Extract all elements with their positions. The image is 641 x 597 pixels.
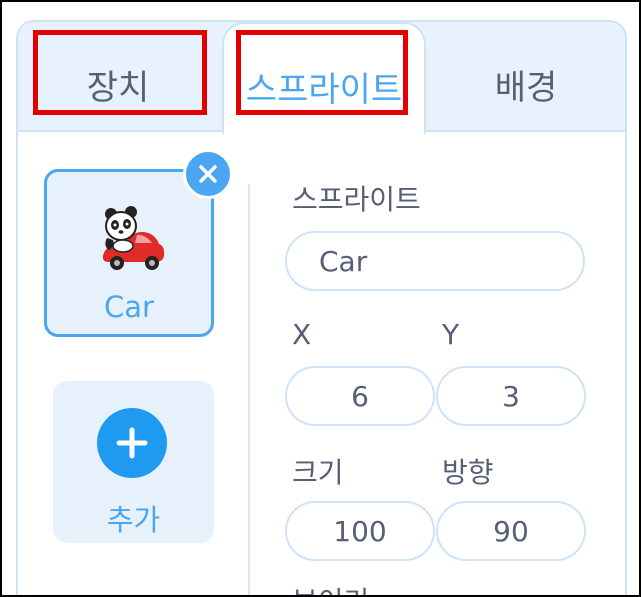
x-label: X — [292, 318, 312, 351]
direction-input[interactable]: 90 — [436, 501, 586, 561]
size-input[interactable]: 100 — [285, 501, 435, 561]
sprite-card-name: Car — [104, 290, 154, 324]
sprite-card-car[interactable]: Car — [44, 169, 214, 337]
tab-sprite-label: 스프라이트 — [245, 70, 403, 110]
tab-background-label: 배경 — [494, 68, 558, 108]
close-icon — [199, 165, 217, 183]
sprite-name-label: 스프라이트 — [292, 183, 421, 216]
screenshot-frame: 장치 스프라이트 배경 Car 추가 스프라이트 Car X Y 6 3 크기 … — [0, 0, 641, 597]
direction-label: 방향 — [442, 456, 494, 489]
plus-icon — [116, 427, 148, 459]
y-input[interactable]: 3 — [436, 366, 586, 426]
tab-device[interactable]: 장치 — [18, 22, 218, 132]
tab-sprite[interactable]: 스프라이트 — [222, 22, 426, 134]
visibility-label: 보이기 — [292, 580, 369, 595]
x-input[interactable]: 6 — [285, 366, 435, 426]
y-label: Y — [442, 318, 460, 351]
add-sprite-label: 추가 — [106, 503, 161, 537]
tab-background[interactable]: 배경 — [427, 22, 625, 132]
column-divider — [248, 184, 250, 595]
add-circle — [97, 408, 167, 478]
sprite-name-input[interactable]: Car — [285, 231, 585, 291]
delete-sprite-button[interactable] — [183, 149, 233, 199]
tab-device-label: 장치 — [86, 68, 150, 108]
add-sprite-button[interactable]: 추가 — [53, 381, 214, 543]
size-label: 크기 — [292, 456, 344, 489]
panda-in-red-car-icon — [102, 206, 165, 270]
